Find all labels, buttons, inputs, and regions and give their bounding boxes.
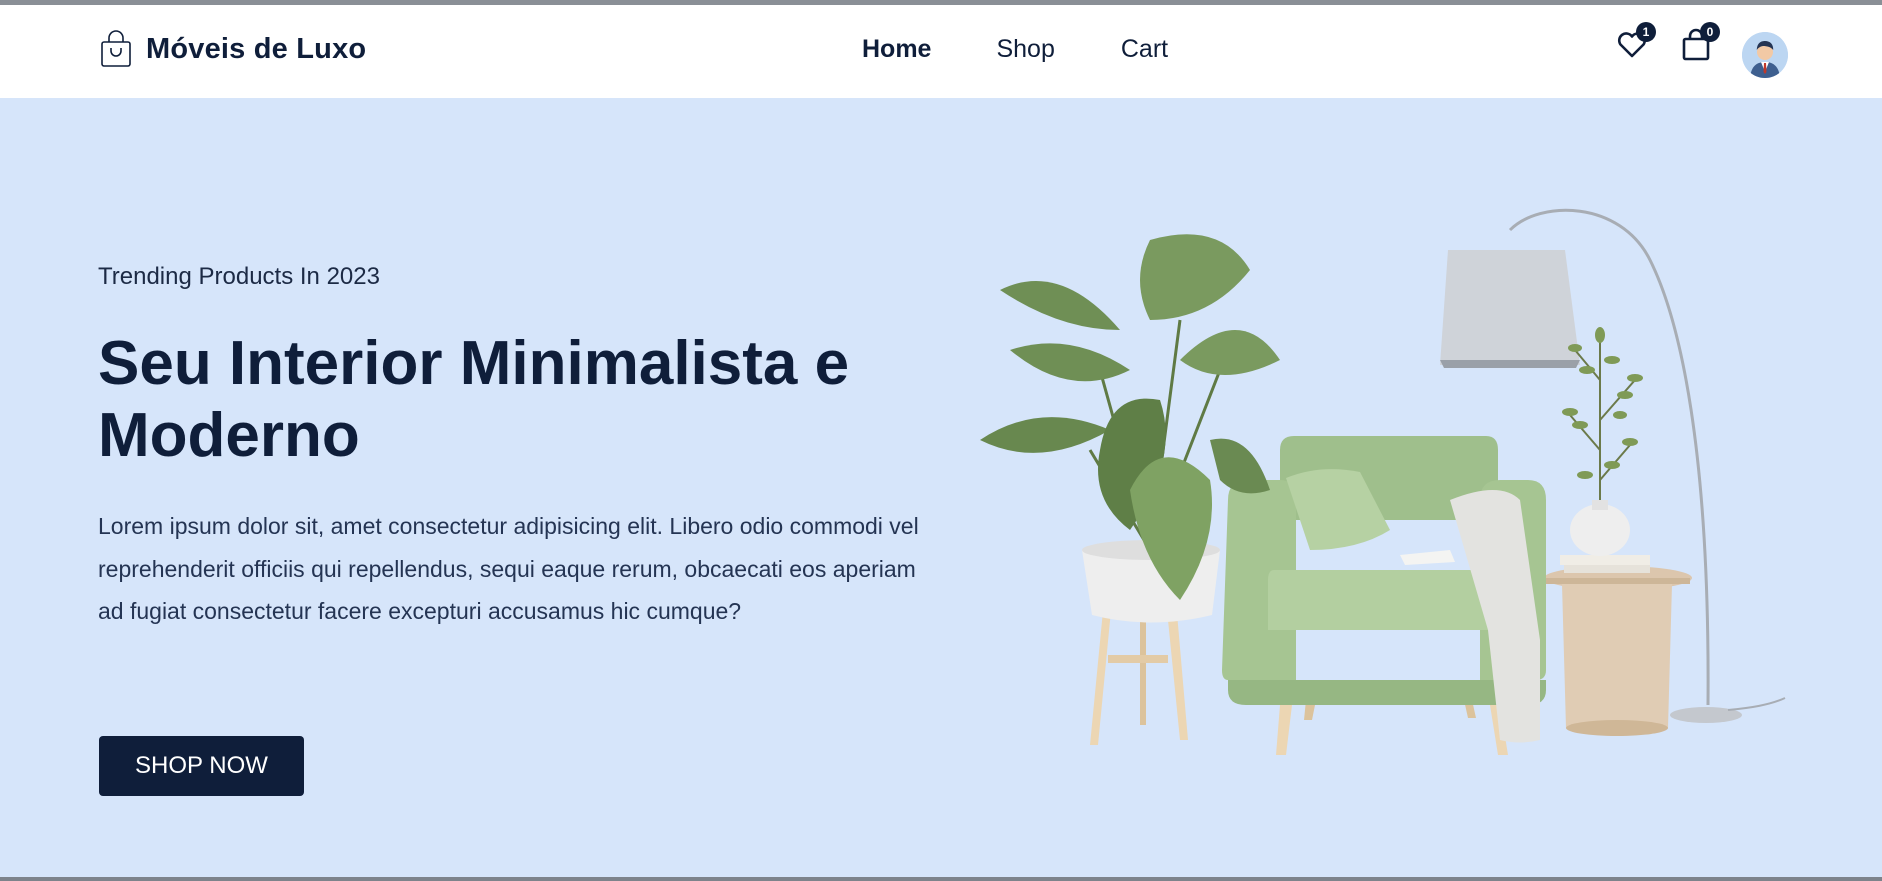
hero-subtitle: Trending Products In 2023 (98, 263, 380, 290)
window-bottom-border (0, 877, 1882, 881)
nav-cart-link[interactable]: Cart (1121, 35, 1168, 64)
brand-name: Móveis de Luxo (146, 32, 367, 65)
wishlist-button[interactable]: 1 (1616, 22, 1656, 64)
cart-count-badge: 0 (1700, 22, 1720, 42)
site-header: Móveis de Luxo Home Shop Cart 1 0 (0, 5, 1882, 98)
wishlist-count-badge: 1 (1636, 22, 1656, 42)
brand-logo[interactable]: Móveis de Luxo (100, 30, 366, 68)
side-table (1544, 555, 1692, 736)
furniture-illustration (980, 200, 1800, 760)
user-avatar[interactable] (1742, 32, 1788, 78)
nav-home-link[interactable]: Home (862, 35, 931, 64)
shop-now-button[interactable]: SHOP NOW (99, 736, 304, 796)
cart-button[interactable]: 0 (1680, 22, 1720, 64)
green-armchair (1222, 436, 1546, 755)
hero-description: Lorem ipsum dolor sit, amet consectetur … (98, 513, 919, 624)
nav-shop-link[interactable]: Shop (996, 35, 1054, 64)
main-nav: Home Shop Cart (862, 35, 1168, 64)
shopping-bag-icon (100, 30, 132, 68)
hero-title: Seu Interior Minimalista e Moderno (98, 329, 850, 470)
